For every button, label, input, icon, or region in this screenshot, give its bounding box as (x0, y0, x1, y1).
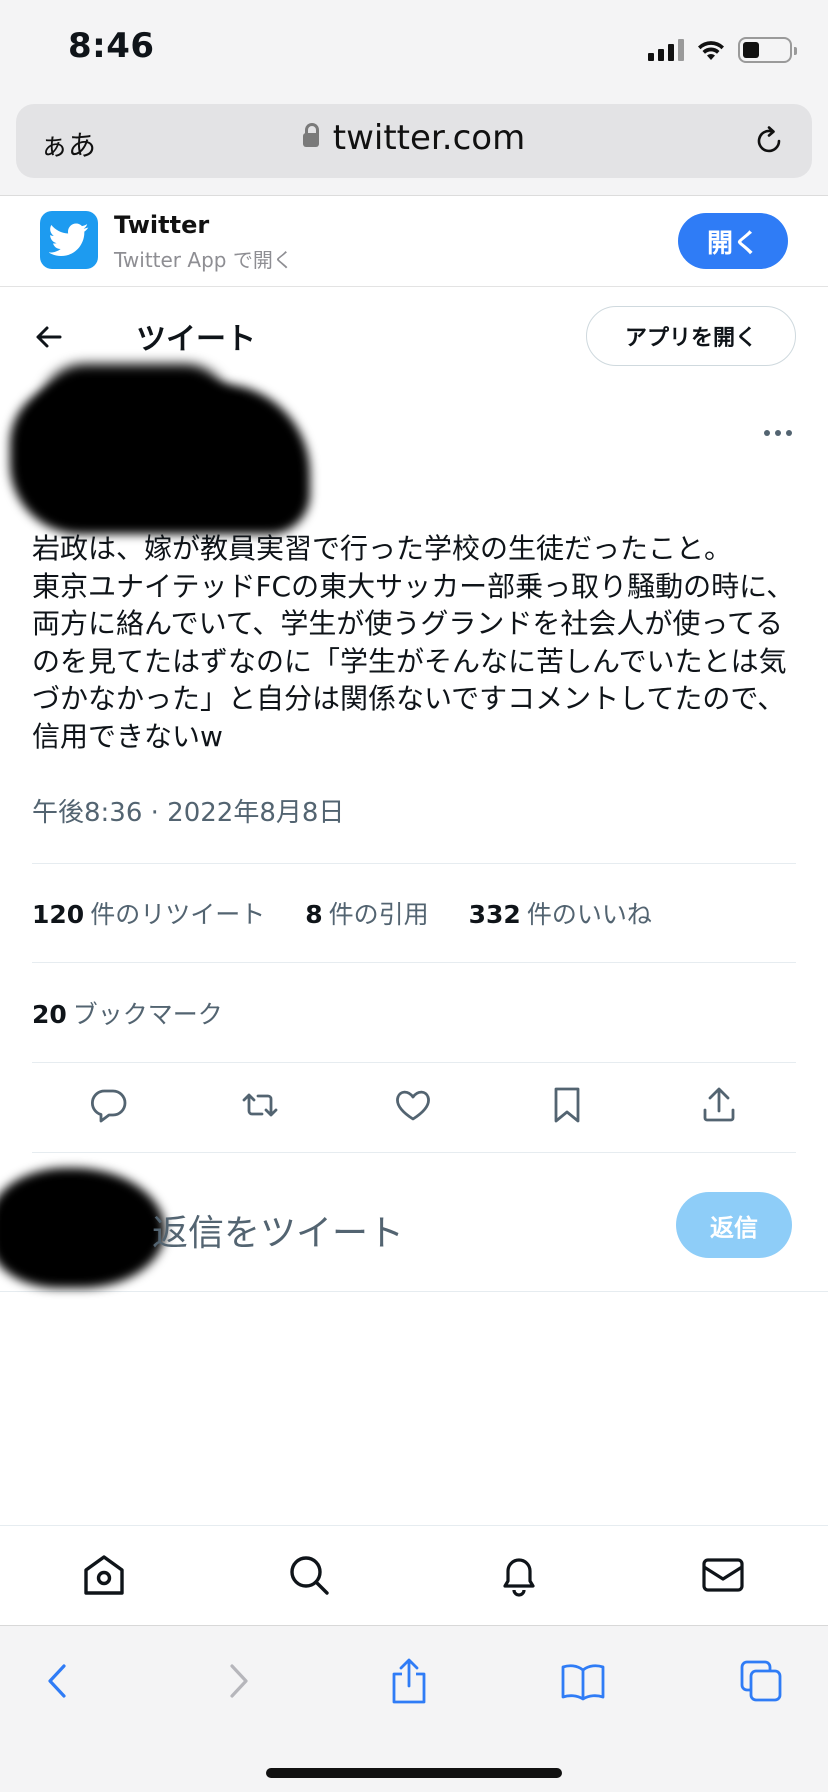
retweets-stat[interactable]: 120 件のリツイート (32, 895, 265, 931)
reply-composer: 返信をツイート 返信 (0, 1152, 828, 1292)
like-icon[interactable] (393, 1085, 433, 1125)
reload-icon[interactable] (752, 124, 786, 158)
bookmarks-count: 20 (32, 1000, 67, 1029)
notifications-icon[interactable] (496, 1552, 542, 1598)
divider (32, 863, 796, 864)
tweet-action-bar (0, 1085, 828, 1133)
twitter-app-icon (40, 211, 98, 269)
tweet-timestamp[interactable]: 午後8:36 · 2022年8月8日 (32, 792, 344, 829)
likes-label: 件のいいね (526, 900, 652, 929)
bookmarks-stat[interactable]: 20 ブックマーク (32, 995, 223, 1031)
home-icon[interactable] (81, 1552, 127, 1598)
bookmarks-icon[interactable] (560, 1658, 606, 1704)
retweets-label: 件のリツイート (90, 900, 266, 929)
bookmark-icon[interactable] (547, 1085, 587, 1125)
home-indicator (266, 1768, 562, 1778)
browser-address-area: ぁあ twitter.com (0, 98, 828, 196)
quotes-stat[interactable]: 8 件の引用 (305, 895, 428, 931)
status-icons (648, 36, 797, 64)
bookmarks-label: ブックマーク (72, 1000, 223, 1029)
retweets-count: 120 (32, 900, 85, 929)
cellular-signal-icon (648, 39, 684, 61)
banner-app-name: Twitter (114, 211, 210, 239)
tweet-author[interactable]: 部 ukashi (0, 364, 828, 534)
tabs-icon[interactable] (738, 1658, 784, 1704)
twitter-bottom-nav (0, 1525, 828, 1625)
url-display[interactable]: twitter.com (16, 118, 812, 158)
address-bar[interactable]: ぁあ twitter.com (16, 104, 812, 178)
share-icon[interactable] (699, 1085, 739, 1125)
safari-toolbar (0, 1625, 828, 1792)
likes-count: 332 (468, 900, 521, 929)
quotes-label: 件の引用 (328, 900, 429, 929)
status-time: 8:46 (68, 26, 155, 66)
retweet-icon[interactable] (240, 1085, 280, 1125)
lock-icon (302, 123, 319, 147)
page-title: ツイート (136, 322, 256, 357)
smart-app-banner: Twitter Twitter App で開く 開く (0, 197, 828, 287)
wifi-icon (698, 41, 724, 60)
url-text: twitter.com (332, 118, 526, 158)
reply-input[interactable]: 返信をツイート (152, 1204, 404, 1256)
forward-icon[interactable] (214, 1658, 260, 1704)
engagement-stats: 120 件のリツイート 8 件の引用 332 件のいいね (32, 895, 652, 931)
back-icon[interactable] (36, 1658, 82, 1704)
messages-icon[interactable] (700, 1552, 746, 1598)
likes-stat[interactable]: 332 件のいいね (469, 895, 652, 931)
tweet-text: 岩政は、嫁が教員実習で行った学校の生徒だったこと。 東京ユナイテッドFCの東大サ… (32, 532, 795, 753)
back-arrow-icon[interactable] (30, 318, 68, 356)
divider (32, 962, 796, 963)
quotes-count: 8 (305, 900, 323, 929)
banner-subtitle: Twitter App で開く (114, 248, 293, 272)
more-options-icon[interactable] (764, 430, 792, 436)
share-sheet-icon[interactable] (386, 1658, 432, 1704)
open-app-button[interactable]: アプリを開く (586, 306, 796, 366)
reply-icon[interactable] (89, 1085, 129, 1125)
redaction-scribble (40, 364, 230, 454)
battery-icon (738, 37, 797, 63)
status-bar: 8:46 (0, 0, 828, 98)
open-in-app-button[interactable]: 開く (678, 213, 788, 269)
reply-button[interactable]: 返信 (676, 1192, 792, 1258)
redaction-scribble (0, 1168, 165, 1288)
divider (32, 1062, 796, 1063)
search-icon[interactable] (286, 1552, 332, 1598)
